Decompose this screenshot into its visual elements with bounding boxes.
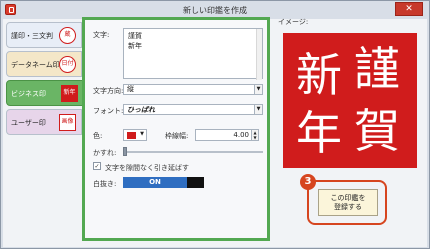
stamp-char: 新: [296, 48, 342, 102]
tab-mitomein[interactable]: 謹印・三文判 蔵: [6, 22, 82, 48]
stamp-preview: 謹 賀 新 年: [283, 33, 417, 168]
white-label: 白抜き:: [93, 180, 117, 188]
tab-user[interactable]: ユーザー印 画像: [6, 109, 82, 135]
user-stamp-icon: 画像: [59, 114, 76, 131]
step-badge: 3: [300, 174, 316, 190]
spinner-icon[interactable]: ▲ ▼: [251, 130, 258, 140]
white-toggle[interactable]: ON: [123, 177, 187, 188]
text-label: 文字:: [93, 31, 110, 39]
window-title: 新しい印鑑を作成: [183, 6, 247, 15]
round-stamp-icon: 蔵: [59, 27, 76, 44]
direction-select[interactable]: 縦 ▼: [123, 84, 263, 95]
preview-label: イメージ:: [278, 18, 309, 26]
chevron-down-icon: ▼: [140, 131, 144, 137]
chevron-down-icon[interactable]: ▼: [254, 105, 262, 114]
stamp-settings-panel: 文字: 謹賀 新年 文字方向: 縦 ▼ フォント: ひっぱれ ▼ 色: ▼ 枠線…: [82, 17, 270, 241]
stamp-type-tabs: 謹印・三文判 蔵 データネーム印 日付 ビジネス印 新年 ユーザー印 画像: [6, 22, 84, 138]
date-stamp-icon: 日付: [59, 56, 76, 73]
stamp-char: 賀: [354, 104, 400, 158]
color-label: 色:: [93, 132, 103, 140]
frame-width-label: 枠線幅:: [165, 132, 189, 140]
tab-label: 謹印・三文判: [11, 32, 53, 40]
stretch-checkbox[interactable]: ✓: [93, 162, 101, 170]
tab-data-name[interactable]: データネーム印 日付: [6, 51, 82, 77]
tab-label: データネーム印: [11, 61, 60, 69]
chevron-down-icon[interactable]: ▼: [254, 85, 262, 94]
font-value: ひっぱれ: [127, 105, 155, 114]
font-select[interactable]: ひっぱれ ▼: [123, 104, 263, 115]
stamp-char: 謹: [354, 42, 400, 96]
stamp-text-input[interactable]: 謹賀 新年: [123, 28, 263, 80]
square-stamp-icon: 新年: [61, 85, 78, 102]
color-picker[interactable]: ▼: [123, 129, 147, 141]
stretch-checkbox-label[interactable]: 文字を隙間なく引き延ばす: [105, 163, 189, 173]
close-button[interactable]: ✕: [395, 2, 423, 16]
direction-value: 縦: [127, 85, 134, 93]
register-button-line: この印鑑を: [330, 194, 366, 202]
tab-label: ユーザー印: [11, 119, 46, 127]
blur-slider-track[interactable]: [123, 151, 263, 153]
register-button-line: 登録する: [334, 203, 362, 211]
text-scrollbar[interactable]: [256, 29, 262, 80]
stamp-char: 年: [296, 106, 342, 160]
font-label: フォント:: [93, 107, 124, 115]
frame-width-input[interactable]: 4.00 ▲ ▼: [195, 129, 259, 141]
color-swatch: [127, 132, 136, 139]
text-line: 謹賀: [128, 32, 142, 40]
toggle-knob[interactable]: [187, 177, 204, 188]
tab-business[interactable]: ビジネス印 新年: [6, 80, 84, 106]
text-line: 新年: [128, 42, 142, 50]
frame-width-value: 4.00: [233, 131, 249, 139]
tab-label: ビジネス印: [11, 90, 46, 98]
blur-label: かすれ:: [93, 149, 117, 157]
blur-slider-thumb[interactable]: [123, 147, 127, 156]
register-stamp-button[interactable]: この印鑑を 登録する: [318, 189, 378, 216]
direction-label: 文字方向:: [93, 87, 124, 95]
